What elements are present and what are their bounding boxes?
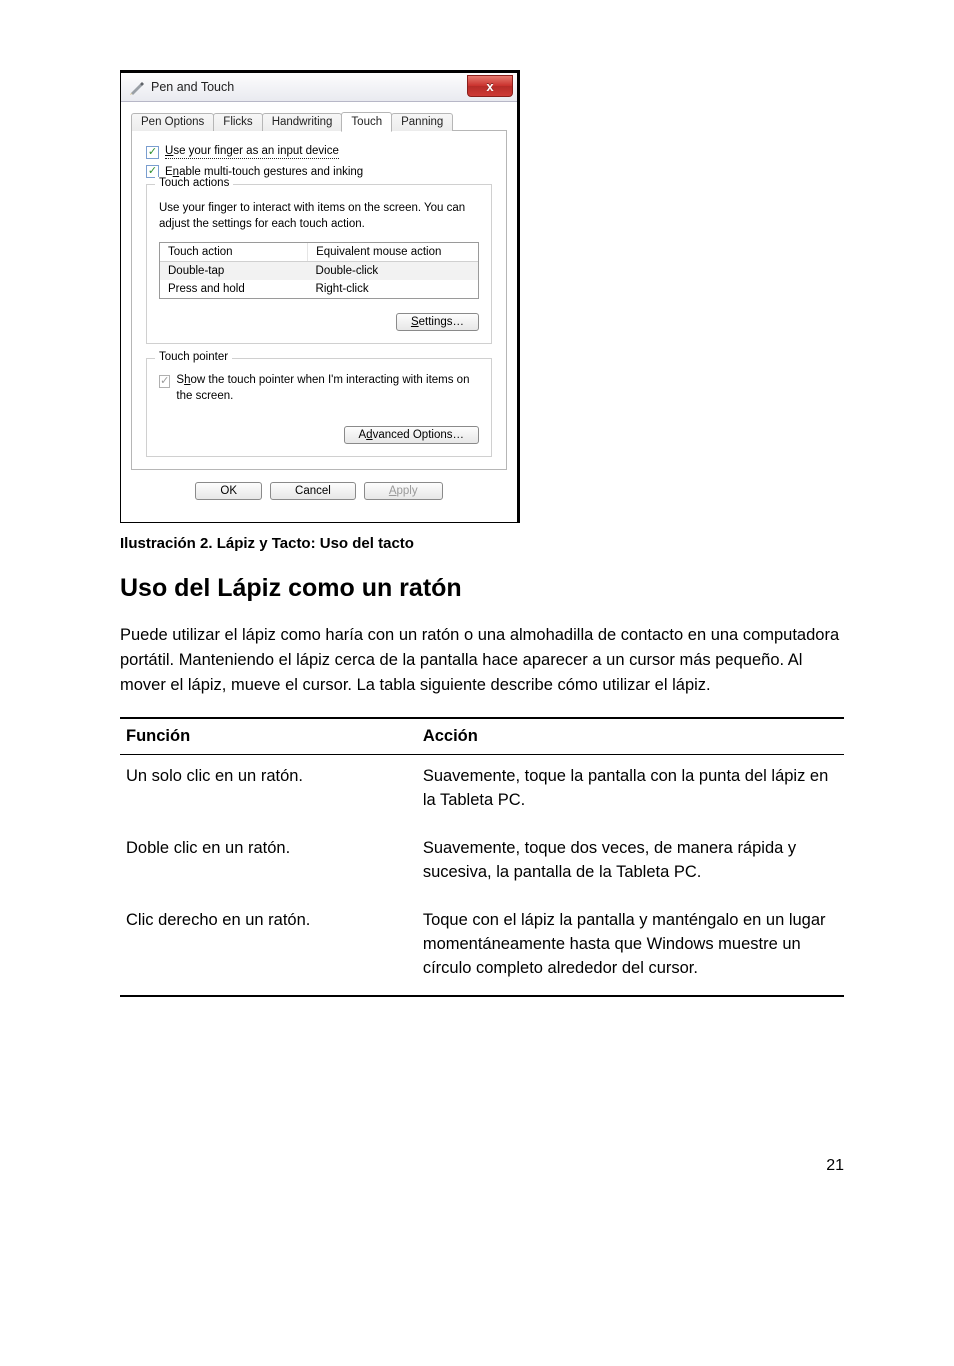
fieldset-touch-pointer: Touch pointer ✓ Show the touch pointer w… [146, 358, 492, 457]
dialog-window: Pen and Touch x Pen Options Flicks Handw… [120, 70, 520, 523]
table-header-action: Touch action [160, 243, 308, 261]
fieldset-touch-actions: Touch actions Use your finger to interac… [146, 184, 492, 344]
checkbox-touch-pointer-label: Show the touch pointer when I'm interact… [176, 373, 479, 404]
tab-panel-touch: ✓ Use your finger as an input device ✓ E… [131, 131, 507, 470]
checkbox-use-finger-label: Use your finger as an input device [165, 145, 339, 159]
touch-actions-table[interactable]: Touch action Equivalent mouse action Dou… [159, 242, 479, 299]
legend-touch-actions: Touch actions [155, 177, 233, 189]
table-header-row: Función Acción [120, 718, 844, 755]
table-row[interactable]: Press and hold Right-click [160, 280, 478, 298]
table-header-row: Touch action Equivalent mouse action [160, 243, 478, 262]
page-number: 21 [120, 1157, 844, 1175]
checkbox-multitouch-label: Enable multi-touch gestures and inking [165, 166, 363, 178]
legend-touch-pointer: Touch pointer [155, 351, 232, 363]
tab-strip: Pen Options Flicks Handwriting Touch Pan… [131, 108, 507, 131]
titlebar: Pen and Touch x [121, 73, 517, 102]
apply-button[interactable]: Apply [364, 482, 443, 500]
tab-handwriting[interactable]: Handwriting [262, 113, 343, 131]
advanced-button-row: Advanced Options… [159, 426, 479, 444]
settings-button-row: Settings… [159, 313, 479, 331]
table-row: Doble clic en un ratón. Suavemente, toqu… [120, 827, 844, 899]
checkmark-icon: ✓ [148, 166, 157, 177]
table-row[interactable]: Double-tap Double-click [160, 262, 478, 280]
close-icon: x [486, 80, 493, 93]
dialog-buttons: OK Cancel Apply [131, 470, 507, 512]
table-header-accion: Acción [417, 718, 844, 755]
dialog-title: Pen and Touch [151, 80, 234, 94]
checkbox-use-finger-row: ✓ Use your finger as an input device [146, 145, 492, 159]
table-header-funcion: Función [120, 718, 417, 755]
pen-icon [129, 79, 145, 95]
pen-functions-table: Función Acción Un solo clic en un ratón.… [120, 717, 844, 996]
section-heading: Uso del Lápiz como un ratón [120, 574, 844, 603]
tab-flicks[interactable]: Flicks [213, 113, 262, 131]
tab-pen-options[interactable]: Pen Options [131, 113, 214, 131]
ok-button[interactable]: OK [195, 482, 262, 500]
tab-panning[interactable]: Panning [391, 113, 453, 131]
table-row: Un solo clic en un ratón. Suavemente, to… [120, 755, 844, 827]
figure-caption: Ilustración 2. Lápiz y Tacto: Uso del ta… [120, 535, 844, 552]
settings-button[interactable]: Settings… [396, 313, 479, 331]
checkbox-touch-pointer[interactable]: ✓ [159, 375, 170, 388]
checkbox-touch-pointer-row: ✓ Show the touch pointer when I'm intera… [159, 373, 479, 404]
body-paragraph: Puede utilizar el lápiz como haría con u… [120, 623, 844, 697]
checkmark-icon: ✓ [160, 376, 169, 387]
cancel-button[interactable]: Cancel [270, 482, 356, 500]
table-row: Clic derecho en un ratón. Toque con el l… [120, 899, 844, 996]
tab-touch[interactable]: Touch [341, 112, 392, 132]
checkbox-use-finger[interactable]: ✓ [146, 146, 159, 159]
document-page: Pen and Touch x Pen Options Flicks Handw… [0, 0, 954, 1215]
advanced-options-button[interactable]: Advanced Options… [344, 426, 480, 444]
checkmark-icon: ✓ [148, 147, 157, 158]
dialog-body: Pen Options Flicks Handwriting Touch Pan… [121, 102, 517, 522]
table-header-equiv: Equivalent mouse action [308, 243, 478, 261]
figure-pen-and-touch: Pen and Touch x Pen Options Flicks Handw… [120, 70, 844, 523]
close-button[interactable]: x [467, 75, 513, 97]
touch-actions-description: Use your finger to interact with items o… [159, 201, 479, 232]
